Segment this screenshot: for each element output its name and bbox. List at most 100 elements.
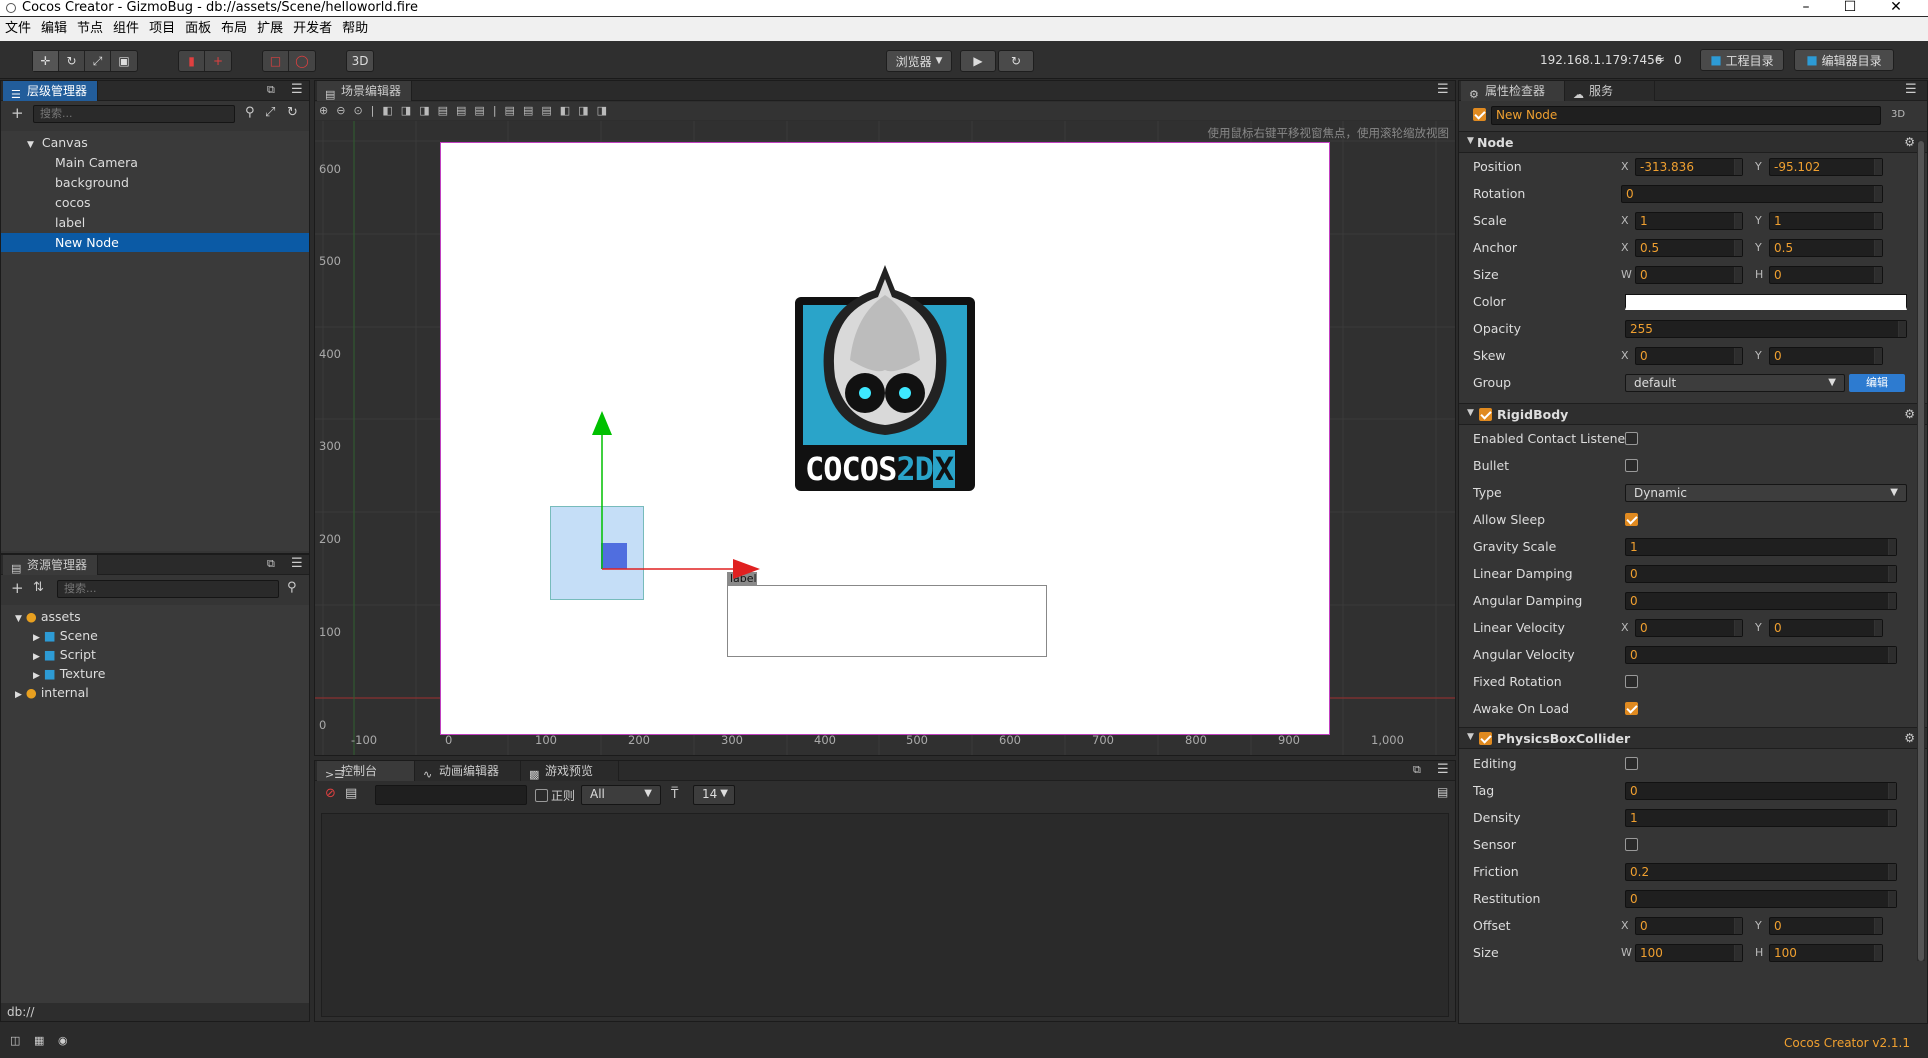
align-hcenter-icon[interactable]: ◨ [401,104,419,117]
tab-game-preview[interactable]: ▩ 游戏预览 [521,761,619,781]
sensor-checkbox[interactable] [1625,838,1638,851]
search-icon[interactable]: ⚲ [245,105,255,120]
spinner[interactable] [1874,159,1882,175]
fixed-rotation-checkbox[interactable] [1625,675,1638,688]
cocos-logo[interactable]: COCOS2DX [795,265,975,491]
align-vcenter-icon[interactable]: ▤ [456,104,474,117]
linear-damping-input[interactable]: 0 [1625,565,1897,583]
section-rigidbody[interactable]: ▼ RigidBody ⚙ [1459,403,1927,425]
maximize-icon[interactable]: ☐ [1828,0,1872,16]
spinner[interactable] [1734,240,1742,256]
distribute-hcenter-icon[interactable]: ◨ [578,104,596,117]
collapse-arrow-icon[interactable]: ▼ [1467,408,1474,418]
expand-arrow-icon[interactable]: ▼ [15,614,22,624]
group-select[interactable]: default ▼ [1625,374,1845,392]
console-filter-input[interactable] [375,785,527,805]
spinner[interactable] [1874,186,1882,202]
local-coord-icon[interactable]: □ [263,51,289,71]
node-name-input[interactable]: New Node [1491,106,1881,125]
settings-gear-icon[interactable]: ⚙ [1904,731,1915,745]
spinner[interactable] [1734,945,1742,961]
project-dir-button[interactable]: ■ 工程目录 [1700,49,1784,71]
expand-icon[interactable]: ⤢ [265,105,275,120]
menu-icon[interactable]: ☰ [1905,82,1917,97]
spinner[interactable] [1874,213,1882,229]
distribute-right-icon[interactable]: ◨ [597,104,615,117]
tab-assets[interactable]: ▤ 资源管理器 [3,555,99,575]
tab-inspector[interactable]: ⚙ 属性检查器 [1461,81,1565,101]
refresh-button[interactable]: ↻ [998,50,1034,72]
spinner[interactable] [1874,267,1882,283]
spinner[interactable] [1734,348,1742,364]
popout-icon[interactable]: ⧉ [267,557,275,571]
trash-icon[interactable]: ▦ [34,1034,44,1047]
distribute-top-icon[interactable]: ▤ [505,104,523,117]
collider-size-w-input[interactable]: 100 [1635,944,1743,962]
opacity-input[interactable]: 255 [1625,320,1907,338]
expand-arrow-icon[interactable]: ▶ [33,652,40,662]
move-gizmo[interactable] [555,401,765,581]
offset-y-input[interactable]: 0 [1769,917,1883,935]
spinner[interactable] [1734,213,1742,229]
spinner[interactable] [1888,783,1896,799]
tree-node-canvas[interactable]: ▼ Canvas [1,133,309,152]
scale-x-input[interactable]: 1 [1635,212,1743,230]
center-icon[interactable]: + [205,51,231,71]
collider-enabled-checkbox[interactable] [1479,732,1492,745]
align-left-icon[interactable]: ◧ [382,104,400,117]
eye-icon[interactable]: ◉ [58,1034,68,1047]
menu-panel[interactable]: 面板 [180,17,216,41]
tag-input[interactable]: 0 [1625,782,1897,800]
tree-node-main-camera[interactable]: Main Camera [1,153,309,172]
type-select[interactable]: Dynamic ▼ [1625,484,1907,502]
menu-component[interactable]: 组件 [108,17,144,41]
scale-tool-icon[interactable]: ⤢ [85,51,111,71]
tree-node-label[interactable]: label [1,213,309,232]
menu-edit[interactable]: 编辑 [36,17,72,41]
inspector-scrollbar[interactable] [1917,141,1925,961]
skew-x-input[interactable]: 0 [1635,347,1743,365]
log-level-select[interactable]: All ▼ [581,785,661,805]
minimize-icon[interactable]: – [1784,0,1828,16]
section-box-collider[interactable]: ▼ PhysicsBoxCollider ⚙ [1459,727,1927,749]
collider-size-h-input[interactable]: 100 [1769,944,1883,962]
menu-help[interactable]: 帮助 [337,17,373,41]
awake-on-load-checkbox[interactable] [1625,702,1638,715]
node-active-checkbox[interactable] [1473,108,1486,121]
tab-scene[interactable]: ▤ 场景编辑器 [317,81,413,101]
zoom-out-icon[interactable]: ⊖ [336,104,353,117]
menu-icon[interactable]: ☰ [1437,762,1449,777]
size-w-input[interactable]: 0 [1635,266,1743,284]
browser-select[interactable]: 浏览器 ▼ [886,50,952,72]
enabled-contact-checkbox[interactable] [1625,432,1638,445]
tree-node-cocos[interactable]: cocos [1,193,309,212]
color-swatch[interactable] [1625,294,1907,310]
align-bottom-icon[interactable]: ▤ [474,104,492,117]
anchor-y-input[interactable]: 0.5 [1769,239,1883,257]
position-x-input[interactable]: -313.836 [1635,158,1743,176]
spinner[interactable] [1898,321,1906,337]
asset-item-script[interactable]: ▶ ■ Script [1,645,309,664]
rigidbody-enabled-checkbox[interactable] [1479,408,1492,421]
settings-gear-icon[interactable]: ⚙ [1904,135,1915,149]
global-coord-icon[interactable]: ◯ [289,51,315,71]
spinner[interactable] [1734,267,1742,283]
size-h-input[interactable]: 0 [1769,266,1883,284]
expand-arrow-icon[interactable]: ▶ [33,671,40,681]
offset-x-input[interactable]: 0 [1635,917,1743,935]
scale-y-input[interactable]: 1 [1769,212,1883,230]
gravity-scale-input[interactable]: 1 [1625,538,1897,556]
pivot-icon[interactable]: ▮ [179,51,205,71]
popout-icon[interactable]: ⧉ [267,83,275,97]
spinner[interactable] [1874,945,1882,961]
menu-icon[interactable]: ☰ [291,556,303,571]
menu-layout[interactable]: 布局 [216,17,252,41]
menu-extension[interactable]: 扩展 [252,17,288,41]
spinner[interactable] [1888,864,1896,880]
menu-node[interactable]: 节点 [72,17,108,41]
search-icon[interactable]: ⚲ [287,580,297,595]
menu-developer[interactable]: 开发者 [288,17,337,41]
layout-icon[interactable]: ◫ [10,1034,20,1047]
align-right-icon[interactable]: ◨ [419,104,437,117]
asset-item-texture[interactable]: ▶ ■ Texture [1,664,309,683]
